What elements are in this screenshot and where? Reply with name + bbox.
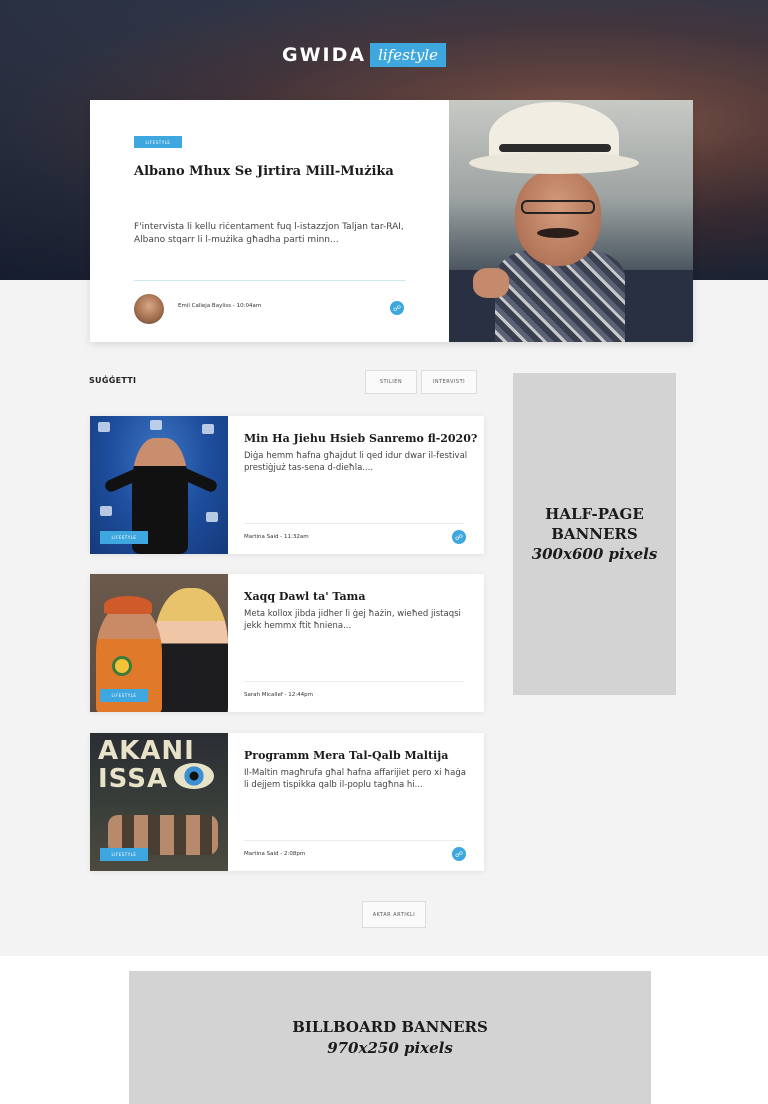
category-tag[interactable]: LIFESTYLE: [100, 689, 148, 702]
article-thumbnail[interactable]: AKANI ISSA LIFESTYLE: [90, 733, 228, 871]
link-icon: ☍: [454, 532, 464, 542]
article-excerpt: Diġa hemm ħafna għajdut li qed idur dwar…: [244, 451, 468, 473]
author-meta: Sarah Micallef - 12:44pm: [244, 692, 313, 698]
author-meta: Martina Said - 11:32am: [244, 534, 309, 540]
billboard-banner[interactable]: BILLBOARD BANNERS 970x250 pixels: [129, 971, 651, 1104]
author-avatar: [134, 294, 164, 324]
author-meta: Emil Calleja Bayliss - 10:04am: [178, 303, 262, 309]
logo-wordmark: GWIDA: [282, 44, 367, 66]
filter-button-intervisti[interactable]: INTERVISTI: [421, 370, 477, 394]
article-title[interactable]: Min Ha Jiehu Hsieb Sanremo fl-2020?: [244, 432, 477, 445]
filter-button-stilien[interactable]: STILIEN: [365, 370, 417, 394]
link-icon: ☍: [392, 303, 402, 313]
banner-size: 300x600 pixels: [531, 545, 658, 563]
article-card[interactable]: LIFESTYLE Min Ha Jiehu Hsieb Sanremo fl-…: [90, 416, 484, 554]
banner-line: HALF-PAGE: [545, 505, 644, 523]
featured-headline[interactable]: Albano Mhux Se Jirtira Mill-Mużika: [134, 164, 394, 179]
article-title[interactable]: Xaqq Dawl ta' Tama: [244, 590, 365, 603]
featured-excerpt: F'intervista li kellu riċentament fuq l-…: [134, 222, 404, 245]
divider: [244, 523, 464, 524]
divider: [244, 681, 464, 682]
article-card[interactable]: AKANI ISSA LIFESTYLE Programm Mera Tal-Q…: [90, 733, 484, 871]
link-icon: ☍: [454, 849, 464, 859]
article-excerpt: Il-Maltin magħrufa għal ħafna affarijiet…: [244, 768, 466, 790]
article-thumbnail[interactable]: LIFESTYLE: [90, 574, 228, 712]
article-title[interactable]: Programm Mera Tal-Qalb Maltija: [244, 749, 448, 762]
article-excerpt: Meta kollox jibda jidher li ġej ħażin, w…: [244, 609, 461, 631]
logo-subbrand: lifestyle: [370, 43, 447, 67]
share-button[interactable]: ☍: [452, 530, 466, 544]
half-page-banner[interactable]: HALF-PAGE BANNERS 300x600 pixels: [513, 373, 676, 695]
divider: [244, 840, 464, 841]
featured-article-card[interactable]: LIFESTYLE Albano Mhux Se Jirtira Mill-Mu…: [90, 100, 693, 342]
site-logo[interactable]: GWIDA lifestyle: [282, 40, 447, 70]
banner-line: BANNERS: [551, 525, 638, 543]
category-tag[interactable]: LIFESTYLE: [134, 136, 182, 148]
article-thumbnail[interactable]: LIFESTYLE: [90, 416, 228, 554]
banner-line: BILLBOARD BANNERS: [292, 1017, 488, 1036]
share-button[interactable]: ☍: [452, 847, 466, 861]
author-meta: Martina Said - 2:08pm: [244, 851, 306, 857]
featured-photo[interactable]: [449, 100, 693, 342]
category-tag[interactable]: LIFESTYLE: [100, 531, 148, 544]
section-title: SUĠĠETTI: [89, 376, 137, 385]
category-tag[interactable]: LIFESTYLE: [100, 848, 148, 861]
banner-size: 970x250 pixels: [327, 1038, 453, 1057]
article-card[interactable]: LIFESTYLE Xaqq Dawl ta' Tama Meta kollox…: [90, 574, 484, 712]
load-more-button[interactable]: AKTAR ARTIKLI: [362, 901, 426, 928]
divider: [134, 280, 406, 281]
share-button[interactable]: ☍: [390, 301, 404, 315]
